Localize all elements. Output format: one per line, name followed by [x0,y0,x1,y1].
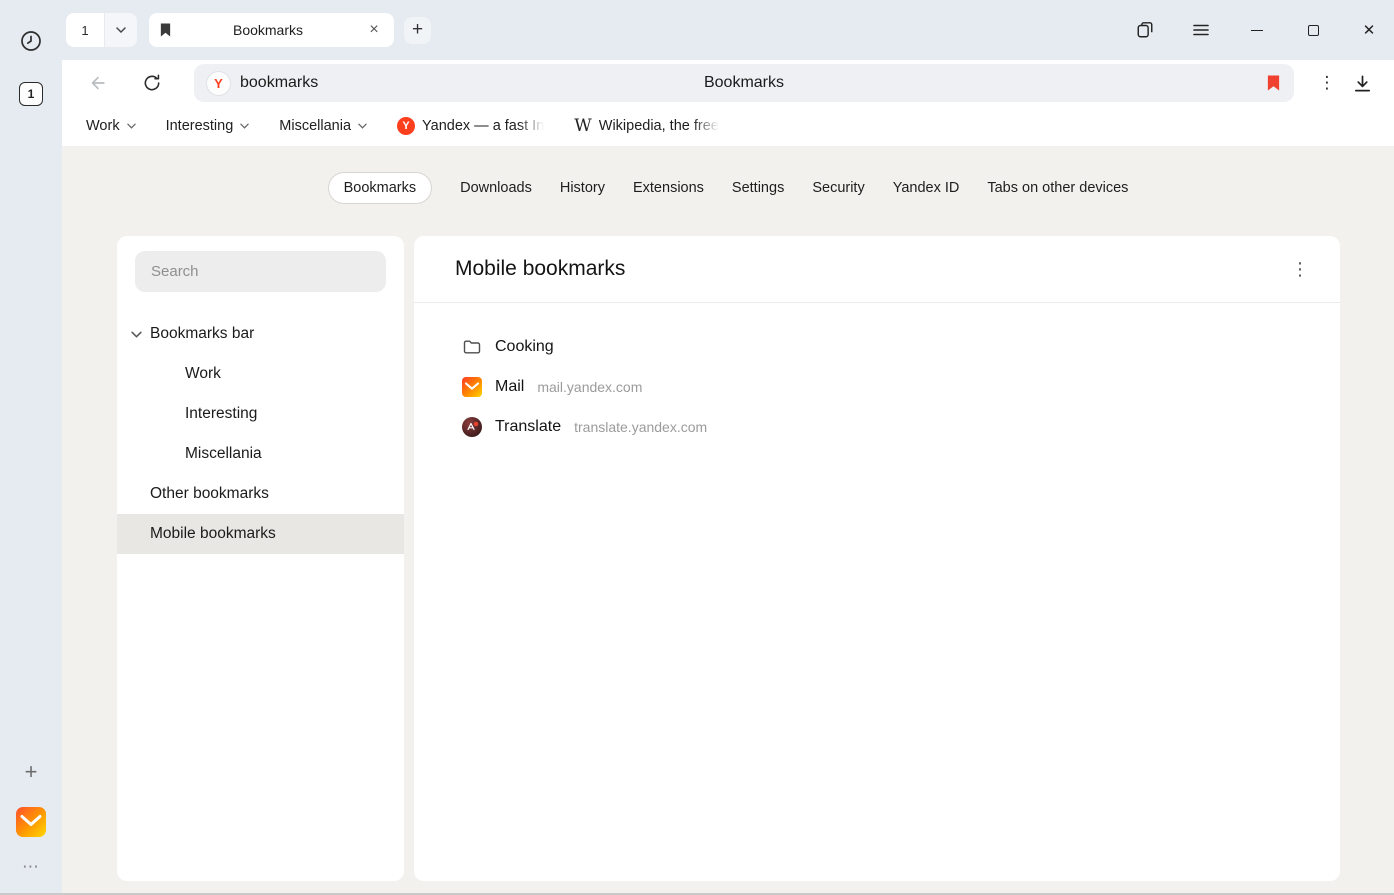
tab-extensions[interactable]: Extensions [633,173,704,203]
bookmark-flag-icon[interactable] [1266,74,1281,92]
bookmarks-content-card: Mobile bookmarks ⋮ Cooking [414,236,1340,881]
bookmarks-bar-folder-interesting[interactable]: Interesting [166,118,250,134]
browser-chrome: 1 Bookmarks × + ✕ [62,0,1394,895]
close-window-button[interactable]: ✕ [1360,21,1378,39]
folder-icon [462,337,482,357]
tree-item-miscellania[interactable]: Miscellania [117,434,404,474]
tree-item-bookmarks-bar[interactable]: Bookmarks bar [117,314,404,354]
manager-nav-tabs: Bookmarks Downloads History Extensions S… [62,172,1394,204]
maximize-button[interactable] [1304,21,1322,39]
content-header: Mobile bookmarks ⋮ [414,236,1340,303]
rail-add-icon[interactable]: + [19,761,43,785]
minimize-button[interactable] [1248,21,1266,39]
bookmark-name: Mail [495,378,524,396]
bookmarks-manager-page: Bookmarks Downloads History Extensions S… [62,146,1394,895]
chevron-down-icon [127,123,136,129]
chevron-down-icon [240,123,249,129]
bookmark-url: translate.yandex.com [574,419,707,435]
yandex-icon: Y [397,117,415,135]
bookmarks-bar-folder-miscellania[interactable]: Miscellania [279,118,367,134]
yandex-translate-icon [462,417,482,437]
bookmark-name: Cooking [495,338,554,356]
yandex-mail-app-icon[interactable] [16,807,46,837]
list-item-translate[interactable]: Translate translate.yandex.com [462,407,1340,447]
tree-item-other-bookmarks[interactable]: Other bookmarks [117,474,404,514]
list-item-mail[interactable]: Mail mail.yandex.com [462,367,1340,407]
rail-tab-counter-label: 1 [28,87,35,101]
tab-strip: 1 Bookmarks × + ✕ [62,0,1394,60]
folder-label: Interesting [166,118,234,134]
tab-group-button[interactable]: 1 [66,13,137,47]
tab-settings[interactable]: Settings [732,173,784,203]
bookmark-list: Cooking M [414,303,1340,447]
address-more-icon[interactable]: ⋮ [1316,73,1338,93]
rail-more-icon[interactable]: ⋯ [22,857,40,877]
chevron-down-icon[interactable] [131,331,142,338]
address-input-value[interactable]: bookmarks [240,74,318,92]
tab-bookmarks[interactable]: Bookmarks [328,172,433,204]
address-page-title: Bookmarks [194,74,1294,92]
content-more-icon[interactable]: ⋮ [1288,259,1312,280]
tree-item-label: Mobile bookmarks [150,525,276,543]
tab-close-icon[interactable]: × [364,21,384,39]
tree-item-label: Bookmarks bar [150,325,254,343]
active-tab[interactable]: Bookmarks × [149,13,394,47]
tree-item-label: Work [185,365,221,383]
back-button[interactable] [84,69,112,97]
maximize-icon [1308,25,1319,36]
folders-panel: Bookmarks bar Work Interesting Miscellan… [117,236,404,881]
wikipedia-icon: W [574,118,591,135]
rail-tab-counter[interactable]: 1 [19,82,43,106]
yandex-favicon-icon: Y [207,72,230,95]
back-arrow-icon [88,73,108,93]
tree-item-interesting[interactable]: Interesting [117,394,404,434]
folder-label: Miscellania [279,118,351,134]
tab-security[interactable]: Security [812,173,864,203]
tab-panels-icon[interactable] [1136,21,1154,39]
folder-tree: Bookmarks bar Work Interesting Miscellan… [117,314,404,554]
address-bar[interactable]: Bookmarks Y bookmarks [194,64,1294,102]
bookmark-name: Translate [495,418,561,436]
tab-other-devices[interactable]: Tabs on other devices [987,173,1128,203]
refresh-button[interactable] [138,69,166,97]
downloads-icon[interactable] [1348,69,1376,97]
tab-downloads[interactable]: Downloads [460,173,532,203]
tab-group-dropdown[interactable] [105,13,137,47]
menu-icon[interactable] [1192,21,1210,39]
tab-title: Bookmarks [172,22,364,38]
bookmarks-bar-folder-work[interactable]: Work [86,118,136,134]
tree-item-label: Miscellania [185,445,262,463]
search-input[interactable] [135,251,386,292]
cards-row: Bookmarks bar Work Interesting Miscellan… [117,236,1340,881]
bookmarks-bar-link-wikipedia[interactable]: W Wikipedia, the free [574,118,719,135]
list-item-cooking[interactable]: Cooking [462,327,1340,367]
new-tab-button[interactable]: + [404,17,431,44]
tab-history[interactable]: History [560,173,605,203]
minimize-icon [1251,30,1263,31]
folder-label: Work [86,118,120,134]
tree-item-mobile-bookmarks[interactable]: Mobile bookmarks [117,514,404,554]
bookmark-url: mail.yandex.com [537,379,642,395]
toolbar: Bookmarks Y bookmarks ⋮ [62,60,1394,106]
content-title: Mobile bookmarks [455,257,625,281]
yandex-mail-icon [462,377,482,397]
refresh-icon [142,73,162,93]
yandex-favicon-letter: Y [214,76,223,91]
bookmarks-bar: Work Interesting Miscellania Y Yandex — … [62,106,1394,146]
side-rail: 1 + ⋯ [0,0,62,895]
tab-yandex-id[interactable]: Yandex ID [893,173,960,203]
tree-item-work[interactable]: Work [117,354,404,394]
tree-item-label: Other bookmarks [150,485,269,503]
link-label: Wikipedia, the free [599,118,719,134]
link-label: Yandex — a fast In [422,118,544,134]
tab-group-count[interactable]: 1 [66,13,104,47]
window-controls: ✕ [1136,21,1378,39]
chevron-down-icon [116,27,126,33]
bookmark-favicon-icon [159,22,172,38]
chevron-down-icon [358,123,367,129]
bookmarks-bar-link-yandex[interactable]: Y Yandex — a fast In [397,117,544,135]
clock-icon[interactable] [18,28,44,54]
tree-item-label: Interesting [185,405,257,423]
